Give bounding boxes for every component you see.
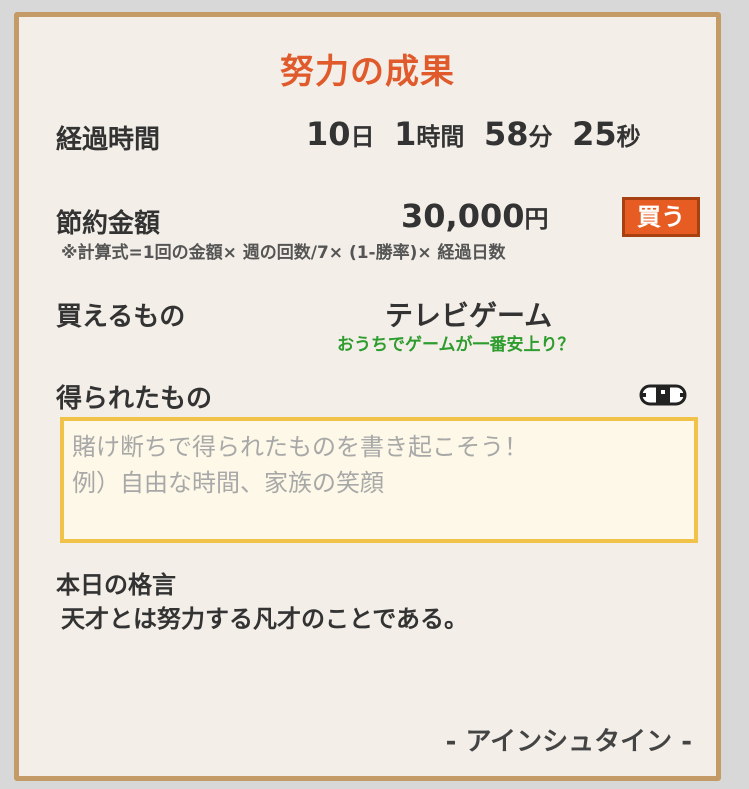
elapsed-minutes: 58 — [483, 115, 529, 153]
elapsed-hours: 1 — [394, 115, 417, 153]
elapsed-days: 10 — [306, 115, 351, 153]
motto-quote: 天才とは努力する凡才のことである。 — [61, 605, 469, 633]
savings-label: 節約金額 — [56, 209, 161, 239]
elapsed-seconds: 25 — [572, 115, 617, 153]
elapsed-seconds-unit: 秒 — [616, 123, 641, 151]
purchasable-item: テレビゲーム — [385, 299, 553, 332]
purchasable-label: 買えるもの — [56, 302, 186, 332]
gained-label: 得られたもの — [56, 384, 213, 414]
buy-button[interactable]: 買う — [622, 197, 700, 237]
savings-amount-number: 30,000 — [401, 197, 525, 235]
page-title: 努力の成果 — [280, 52, 455, 92]
elapsed-days-unit: 日 — [350, 123, 375, 151]
elapsed-time-label: 経過時間 — [56, 125, 161, 155]
gained-textarea[interactable]: 賭け断ちで得られたものを書き起こそう！ 例）自由な時間、家族の笑顔 — [60, 417, 698, 543]
savings-currency: 円 — [524, 205, 549, 233]
elapsed-time-value: 10日 1時間 58分 25秒 — [306, 115, 641, 153]
purchasable-note: おうちでゲームが一番安上り？ — [337, 335, 575, 355]
result-card: 努力の成果 経過時間 10日 1時間 58分 25秒 節約金額 30,000円 … — [14, 12, 721, 781]
elapsed-hours-unit: 時間 — [416, 123, 465, 151]
elapsed-minutes-unit: 分 — [528, 123, 553, 151]
motto-label: 本日の格言 — [56, 571, 176, 599]
savings-amount: 30,000円 — [401, 197, 548, 235]
motto-author: - アインシュタイン - — [445, 727, 692, 757]
savings-formula: ※計算式=1回の金額× 週の回数/7× (1-勝率)× 経過日数 — [61, 243, 506, 263]
eye-icon[interactable] — [639, 384, 687, 406]
